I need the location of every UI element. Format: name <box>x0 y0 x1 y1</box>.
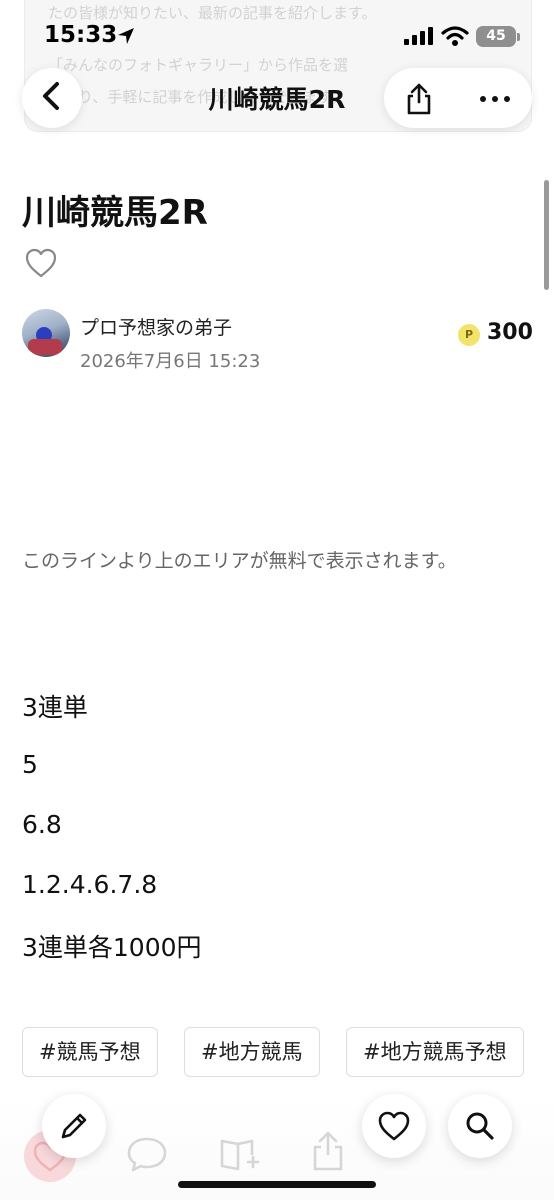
tag-clip: #地方競馬予想 <box>346 1027 554 1079</box>
like-button[interactable] <box>24 247 58 283</box>
location-arrow-icon <box>116 26 136 50</box>
battery-indicator: 45 <box>476 26 516 47</box>
favorite-button[interactable] <box>362 1094 426 1158</box>
share-button[interactable] <box>402 82 436 116</box>
more-horizontal-icon <box>480 96 510 102</box>
tag-chip[interactable]: #地方競馬予想 <box>346 1027 524 1077</box>
wifi-icon <box>441 25 469 51</box>
share-icon[interactable] <box>308 1130 348 1176</box>
point-icon: P <box>458 324 480 346</box>
free-area-notice: このラインより上のエリアが無料で表示されます。 <box>22 550 457 572</box>
search-button[interactable] <box>448 1094 512 1158</box>
home-indicator[interactable] <box>178 1181 376 1188</box>
heart-outline-icon <box>378 1111 410 1141</box>
scrollbar[interactable] <box>544 180 549 290</box>
avatar-figure-base <box>28 339 62 355</box>
status-time: 15:33 <box>44 22 118 48</box>
magazine-add-icon[interactable] <box>218 1135 260 1177</box>
avatar[interactable] <box>22 309 70 357</box>
point-count: 300 <box>487 320 533 345</box>
chevron-left-icon <box>39 81 65 115</box>
heart-outline-icon <box>25 248 57 278</box>
nav-actions-group <box>384 68 532 128</box>
pencil-icon <box>61 1113 87 1139</box>
cellular-signal-icon <box>404 27 434 49</box>
back-button[interactable] <box>22 68 82 128</box>
tag-chip[interactable]: #競馬予想 <box>22 1027 158 1077</box>
body-line: 5 <box>22 750 38 779</box>
edit-button[interactable] <box>42 1094 106 1158</box>
body-line: 3連単 <box>22 693 88 722</box>
body-line: 1.2.4.6.7.8 <box>22 870 158 899</box>
search-icon <box>466 1112 494 1140</box>
post-date: 2026年7月6日 15:23 <box>80 351 261 372</box>
status-bar: 15:33 45 <box>0 0 554 70</box>
share-icon <box>407 83 431 115</box>
body-line: 6.8 <box>22 810 62 839</box>
battery-tip <box>517 33 520 41</box>
comment-icon[interactable] <box>126 1135 168 1177</box>
author-name[interactable]: プロ予想家の弟子 <box>80 313 232 340</box>
body-line: 3連単各1000円 <box>22 933 202 962</box>
tag-chip[interactable]: #地方競馬 <box>184 1027 320 1077</box>
more-options-button[interactable] <box>478 84 512 114</box>
article-title: 川崎競馬2R <box>22 193 208 233</box>
nav-title: 川崎競馬2R <box>208 85 346 114</box>
